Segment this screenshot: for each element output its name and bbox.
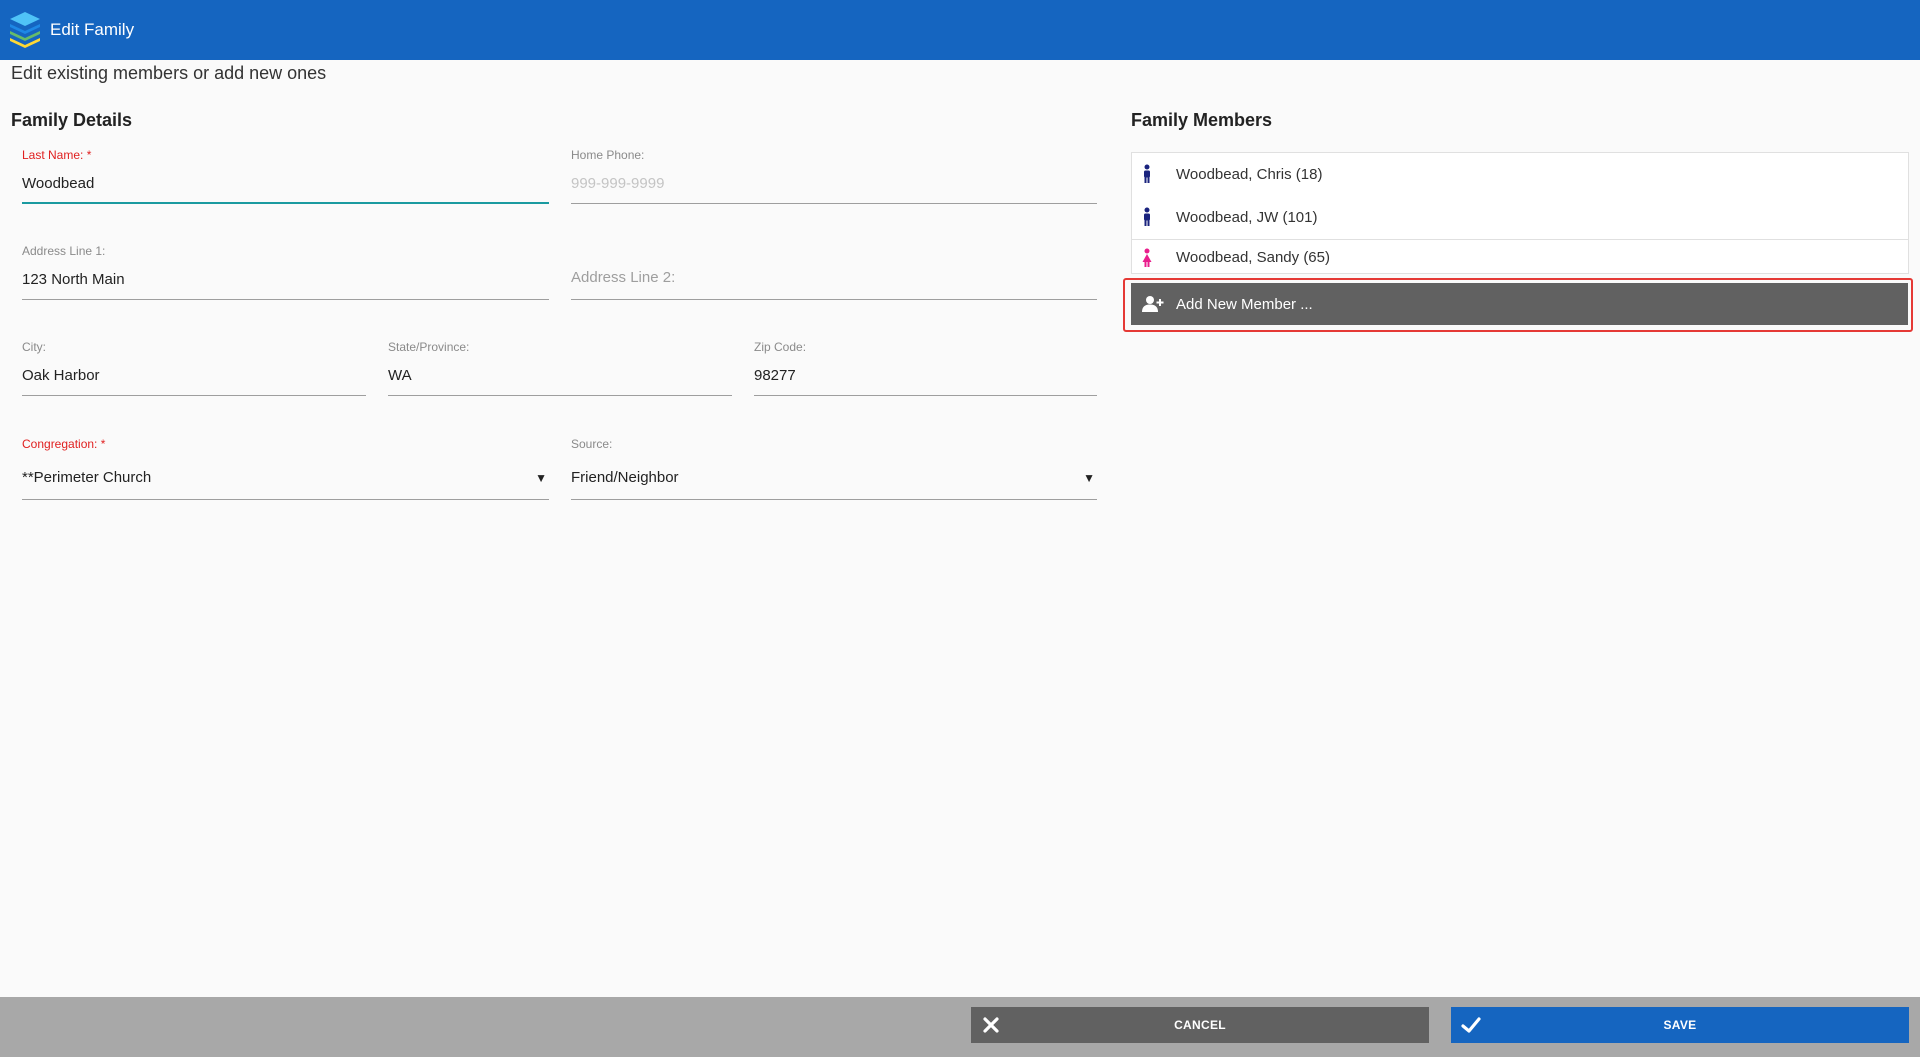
member-name: Woodbead, Chris (18) bbox=[1176, 165, 1323, 183]
state-province-value: WA bbox=[388, 367, 412, 384]
congregation-select[interactable]: Congregation: * **Perimeter Church ▼ bbox=[22, 437, 549, 500]
checkmark-icon bbox=[1461, 1017, 1481, 1033]
top-bar: Edit Family bbox=[0, 0, 1920, 60]
add-new-member-button[interactable]: Add New Member ... bbox=[1131, 283, 1908, 325]
address-line-1-value: 123 North Main bbox=[22, 271, 125, 288]
home-phone-placeholder: 999-999-9999 bbox=[571, 175, 665, 192]
page-title: Edit Family bbox=[50, 20, 135, 39]
family-members-list: Woodbead, Chris (18) Woodbead, JW (101) … bbox=[1131, 152, 1909, 274]
female-icon bbox=[1142, 248, 1152, 267]
list-item[interactable]: Woodbead, JW (101) bbox=[1132, 197, 1908, 237]
source-select[interactable]: Source: Friend/Neighbor ▼ bbox=[571, 437, 1097, 500]
member-name: Woodbead, Sandy (65) bbox=[1176, 249, 1330, 266]
male-icon bbox=[1144, 164, 1150, 183]
chevron-down-icon: ▼ bbox=[535, 471, 547, 485]
zip-code-field[interactable]: Zip Code: 98277 bbox=[754, 340, 1097, 396]
address-line-2-field[interactable]: Address Line 2: bbox=[571, 244, 1097, 300]
state-province-field[interactable]: State/Province: WA bbox=[388, 340, 732, 396]
source-label: Source: bbox=[571, 437, 613, 451]
page-subtitle: Edit existing members or add new ones bbox=[11, 63, 327, 83]
stacked-layers-logo bbox=[10, 12, 40, 48]
close-icon bbox=[983, 1017, 999, 1033]
city-label: City: bbox=[22, 340, 46, 354]
congregation-value: **Perimeter Church bbox=[22, 469, 152, 486]
state-province-label: State/Province: bbox=[388, 340, 470, 354]
add-user-icon bbox=[1142, 296, 1164, 312]
congregation-label: Congregation: * bbox=[22, 437, 106, 451]
city-value: Oak Harbor bbox=[22, 367, 100, 384]
zip-code-label: Zip Code: bbox=[754, 340, 807, 354]
source-value: Friend/Neighbor bbox=[571, 469, 679, 486]
add-new-member-label: Add New Member ... bbox=[1176, 295, 1313, 313]
member-name: Woodbead, JW (101) bbox=[1176, 208, 1318, 226]
address-line-1-field[interactable]: Address Line 1: 123 North Main bbox=[22, 244, 549, 300]
zip-code-value: 98277 bbox=[754, 367, 796, 384]
chevron-down-icon: ▼ bbox=[1083, 471, 1095, 485]
last-name-field[interactable]: Last Name: * Woodbead bbox=[22, 148, 549, 204]
cancel-label: CANCEL bbox=[1174, 1018, 1226, 1032]
last-name-label: Last Name: * bbox=[22, 148, 92, 162]
list-item[interactable]: Woodbead, Sandy (65) bbox=[1132, 239, 1908, 275]
save-label: SAVE bbox=[1663, 1018, 1697, 1032]
home-phone-label: Home Phone: bbox=[571, 148, 645, 162]
address-line-1-label: Address Line 1: bbox=[22, 244, 106, 258]
city-field[interactable]: City: Oak Harbor bbox=[22, 340, 366, 396]
male-icon bbox=[1144, 207, 1150, 226]
list-item[interactable]: Woodbead, Chris (18) bbox=[1132, 154, 1908, 194]
cancel-button[interactable]: CANCEL bbox=[971, 1007, 1429, 1043]
save-button[interactable]: SAVE bbox=[1451, 1007, 1909, 1043]
family-members-heading: Family Members bbox=[1131, 110, 1273, 130]
address-line-2-placeholder: Address Line 2: bbox=[571, 269, 676, 286]
last-name-value: Woodbead bbox=[22, 175, 95, 192]
home-phone-field[interactable]: Home Phone: 999-999-9999 bbox=[571, 148, 1097, 204]
family-details-heading: Family Details bbox=[11, 110, 133, 130]
